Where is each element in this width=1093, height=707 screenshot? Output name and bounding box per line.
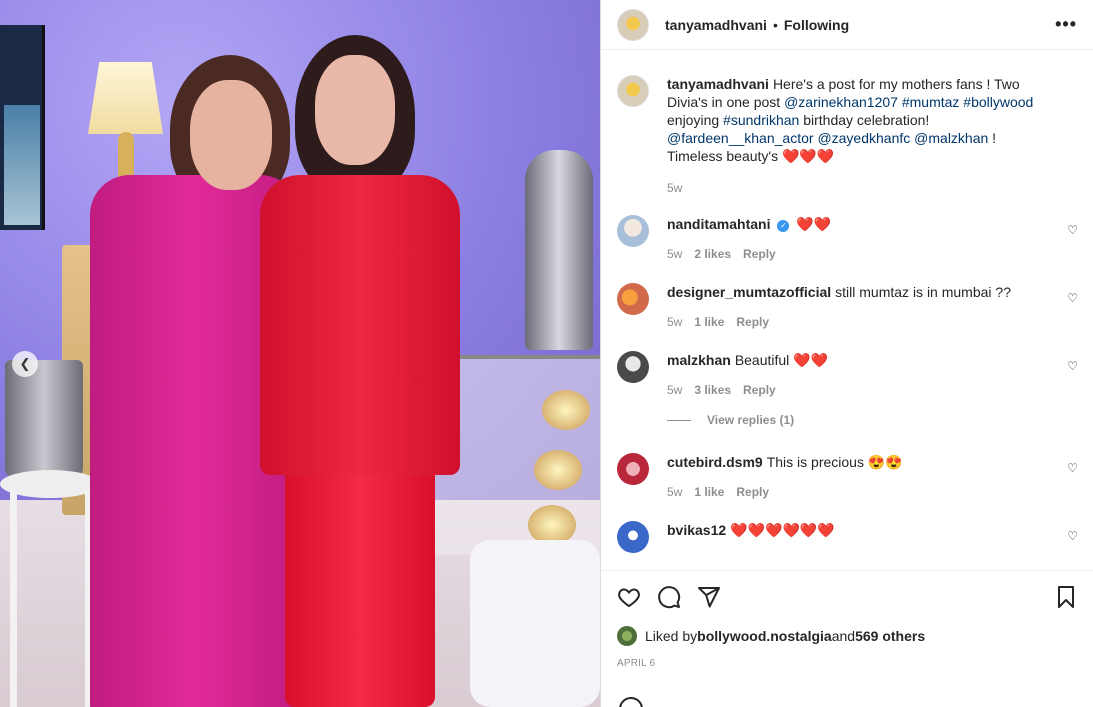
comment-emoji: ❤️❤️	[793, 352, 829, 368]
comment-time[interactable]: 5w	[667, 485, 682, 499]
mention-link[interactable]: @malzkhan	[914, 130, 988, 146]
likes-summary: Liked by bollywood.nostalgia and 569 oth…	[617, 626, 925, 646]
comments-list[interactable]: tanyamadhvani Here's a post for my mother…	[601, 51, 1093, 569]
caption-avatar[interactable]	[617, 75, 649, 107]
post-panel: tanyamadhvani • Following ••• tanyamadhv…	[600, 0, 1093, 707]
like-comment-heart-icon[interactable]: ♡	[1067, 461, 1078, 475]
view-replies-button[interactable]: View replies (1)	[667, 413, 1078, 427]
author-avatar[interactable]	[617, 8, 649, 41]
view-replies-label: View replies (1)	[707, 413, 795, 427]
comment-username[interactable]: bvikas12	[667, 522, 726, 538]
comment-likes[interactable]: 3 likes	[694, 383, 731, 397]
comment-username[interactable]: malzkhan	[667, 352, 731, 368]
more-horizontal-icon[interactable]: •••	[1055, 14, 1077, 35]
comment-item: bvikas12 ❤️❤️❤️❤️❤️❤️ ♡	[617, 521, 1078, 553]
comment-avatar[interactable]	[617, 521, 649, 553]
liker-username[interactable]: bollywood.nostalgia	[697, 628, 832, 644]
heart-icon[interactable]	[617, 585, 641, 609]
photo-lantern	[542, 390, 590, 430]
comment-avatar[interactable]	[617, 215, 649, 247]
comment-emoji: ❤️❤️	[796, 216, 832, 232]
comment-item: designer_mumtazofficial still mumtaz is i…	[617, 283, 1078, 329]
comment-item: cutebird.dsm9 This is precious 😍😍 5w 1 li…	[617, 453, 1078, 499]
comment-icon[interactable]	[657, 585, 681, 609]
verified-badge-icon: ✓	[777, 220, 790, 232]
caption-text: enjoying	[667, 112, 724, 128]
comment-username[interactable]: nanditamahtani	[667, 216, 770, 232]
comment-likes[interactable]: 1 like	[694, 485, 724, 499]
post-header: tanyamadhvani • Following •••	[601, 0, 1093, 50]
caption-time[interactable]: 5w	[667, 181, 682, 195]
comment-likes[interactable]: 2 likes	[694, 247, 731, 261]
likes-middle: and	[831, 628, 856, 644]
comment-emoji: ❤️❤️❤️❤️❤️❤️	[730, 522, 835, 538]
post-photo[interactable]: ❮	[0, 0, 600, 707]
comment-time[interactable]: 5w	[667, 383, 682, 397]
reply-button[interactable]: Reply	[743, 383, 776, 397]
photo-lantern	[528, 505, 576, 545]
photo-lantern	[534, 450, 582, 490]
caption: tanyamadhvani Here's a post for my mother…	[617, 75, 1078, 195]
reply-button[interactable]: Reply	[743, 247, 776, 261]
hashtag-link[interactable]: #sundrikhan	[723, 112, 799, 128]
comment-emoji: 😍😍	[867, 454, 903, 470]
carousel-prev-button[interactable]: ❮	[12, 351, 38, 377]
post-actions-bar	[601, 570, 1093, 623]
comment-item: nanditamahtani ✓ ❤️❤️ 5w 2 likes Reply ♡	[617, 215, 1078, 261]
author-username[interactable]: tanyamadhvani	[665, 17, 767, 33]
like-comment-heart-icon[interactable]: ♡	[1067, 291, 1078, 305]
comment-username[interactable]: cutebird.dsm9	[667, 454, 763, 470]
like-comment-heart-icon[interactable]: ♡	[1067, 529, 1078, 543]
mention-link[interactable]: @zarinekhan1207	[784, 94, 898, 110]
comment-time[interactable]: 5w	[667, 247, 682, 261]
comment-time[interactable]: 5w	[667, 315, 682, 329]
mention-link[interactable]: @fardeen__khan_actor	[667, 130, 814, 146]
comment-avatar[interactable]	[617, 453, 649, 485]
comment-likes[interactable]: 1 like	[694, 315, 724, 329]
chevron-left-icon: ❮	[19, 356, 31, 371]
comment-item: malzkhan Beautiful ❤️❤️ 5w 3 likes Reply …	[617, 351, 1078, 397]
post-date[interactable]: APRIL 6	[617, 658, 655, 669]
photo-pillow	[470, 540, 600, 707]
caption-username[interactable]: tanyamadhvani	[667, 76, 769, 92]
bookmark-icon[interactable]	[1054, 585, 1078, 609]
photo-person-right	[260, 35, 460, 707]
hashtag-link[interactable]: #mumtaz	[902, 94, 960, 110]
comment-text: This is precious	[766, 454, 868, 470]
reply-button[interactable]: Reply	[736, 485, 769, 499]
hashtag-link[interactable]: #bollywood	[963, 94, 1033, 110]
emoji-icon[interactable]	[619, 697, 643, 707]
caption-text: birthday celebration!	[799, 112, 930, 128]
following-button[interactable]: Following	[784, 17, 849, 33]
separator-dot: •	[772, 16, 778, 33]
photo-ice-bucket	[5, 360, 83, 480]
like-comment-heart-icon[interactable]: ♡	[1067, 223, 1078, 237]
comment-text: Beautiful	[734, 352, 794, 368]
comment-text: still mumtaz is in mumbai ??	[835, 284, 1011, 300]
likes-others-link[interactable]: 569 others	[855, 628, 925, 644]
like-comment-heart-icon[interactable]: ♡	[1067, 359, 1078, 373]
comment-username[interactable]: designer_mumtazofficial	[667, 284, 831, 300]
comment-avatar[interactable]	[617, 283, 649, 315]
photo-statue	[525, 150, 593, 350]
likes-prefix: Liked by	[645, 628, 698, 644]
liker-avatar[interactable]	[617, 626, 637, 646]
heart-emoji: ❤️❤️❤️	[781, 148, 835, 164]
photo-tv	[0, 25, 45, 230]
share-icon[interactable]	[697, 585, 721, 609]
reply-button[interactable]: Reply	[736, 315, 769, 329]
comment-avatar[interactable]	[617, 351, 649, 383]
mention-link[interactable]: @zayedkhanfc	[817, 130, 910, 146]
